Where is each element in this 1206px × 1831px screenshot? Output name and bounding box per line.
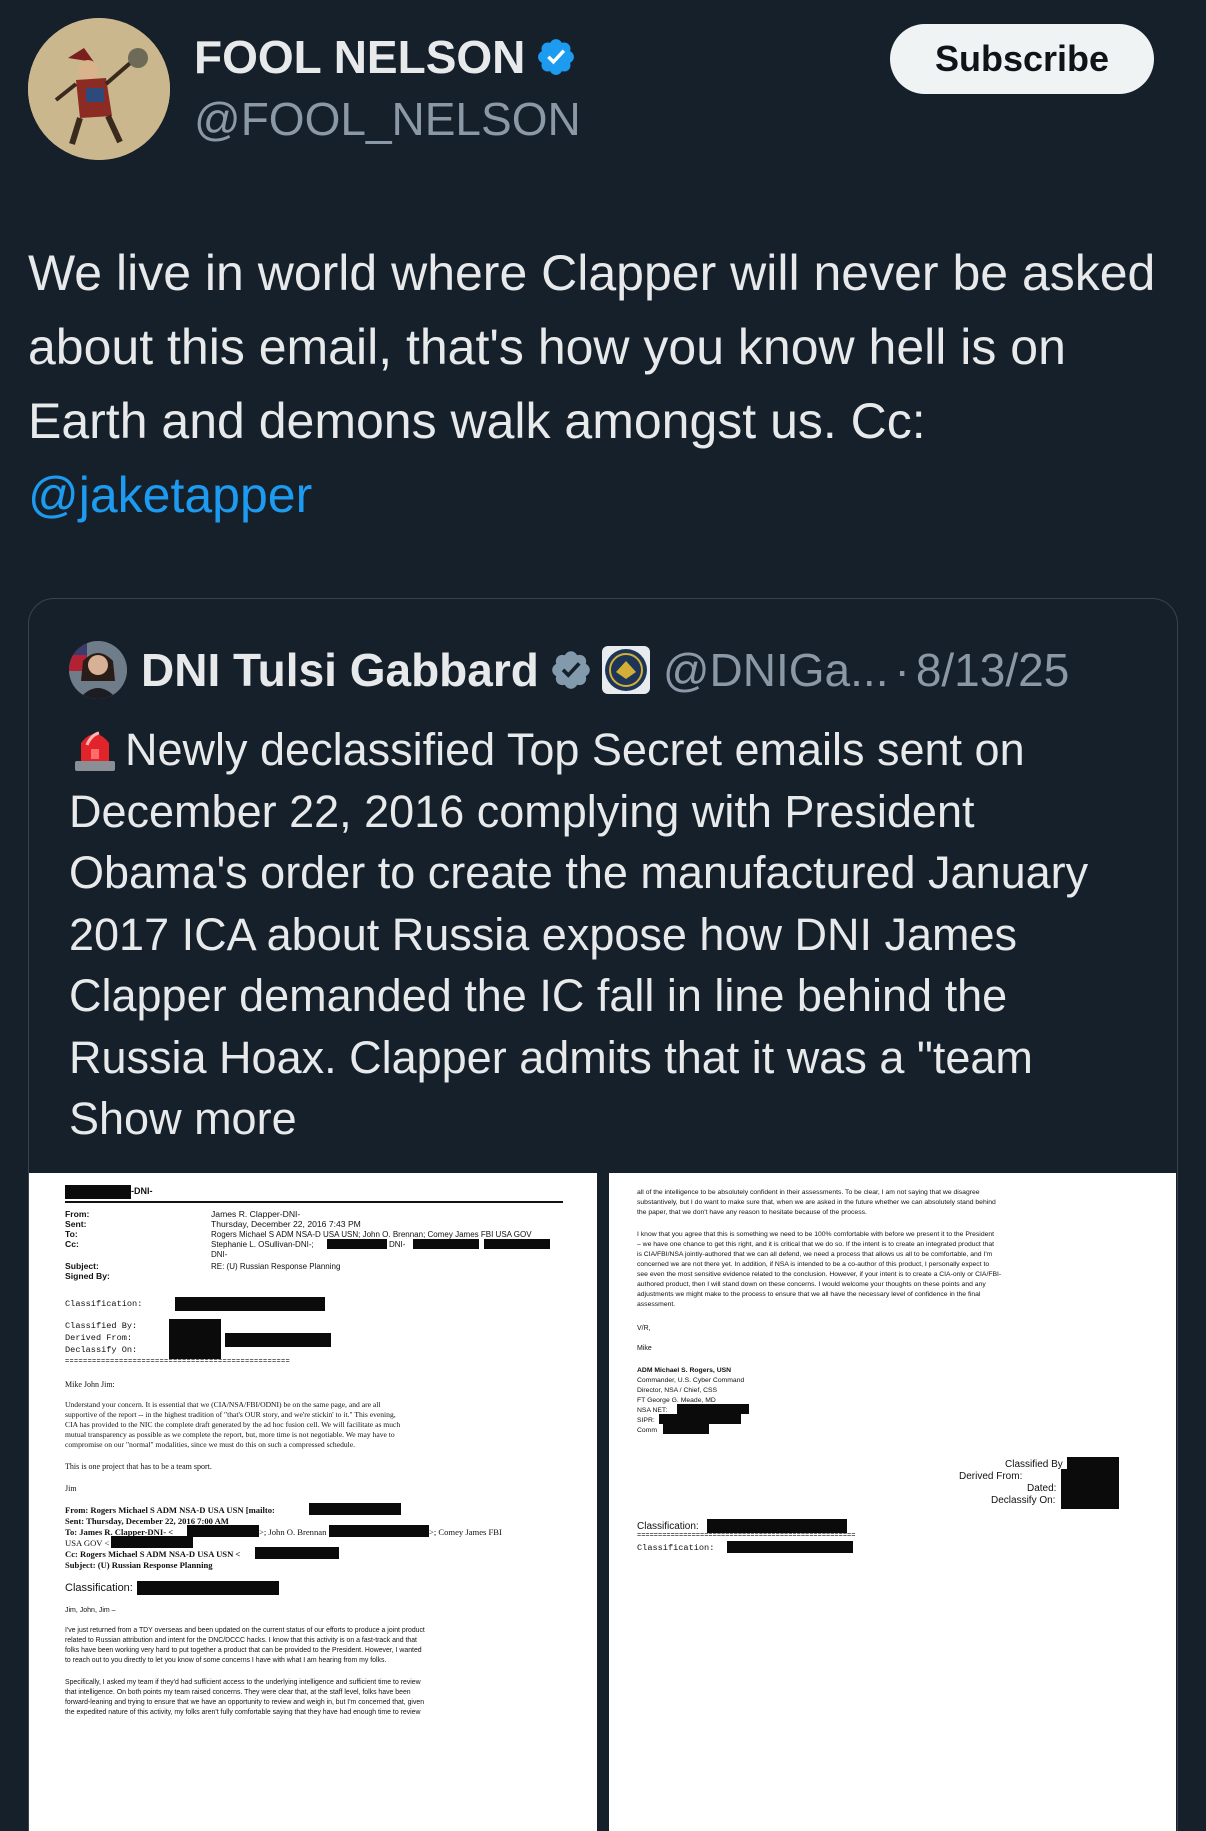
cc2-value: DNI- (211, 1250, 228, 1259)
signature-jim: Jim (65, 1484, 77, 1493)
quoted-post-text: Newly declassified Top Secret emails sen… (69, 719, 1149, 1150)
para1-line: compromise on our "normal" modalities, s… (65, 1440, 356, 1449)
rotating-light-icon (75, 731, 115, 771)
document-image-left[interactable]: -DNI- From: Sent: To: Cc: Subject: Signe… (29, 1173, 597, 1831)
derived-from-label: Derived From: (959, 1471, 1023, 1482)
dated-label: Dated: (1027, 1483, 1057, 1494)
fwd-to-cont: USA GOV < (65, 1538, 110, 1548)
quoted-author-avatar[interactable] (69, 641, 127, 699)
author-handle[interactable]: @FOOL_NELSON (194, 92, 581, 146)
redaction-bar (65, 1185, 131, 1199)
cc-label: Cc: (65, 1239, 79, 1249)
doc-header-label: -DNI- (131, 1186, 153, 1196)
redaction-bar (255, 1547, 339, 1559)
quoted-post-header: DNI Tulsi Gabbard @DNIGa... · 8/13/25 (69, 641, 1069, 699)
redaction-bar (327, 1239, 387, 1249)
classification-label: Classification: (65, 1299, 143, 1309)
para2-text: This is one project that has to be a tea… (65, 1462, 212, 1471)
para2-line: adjustments we might make to the process… (637, 1291, 981, 1298)
classification2-label: Classification: (637, 1543, 715, 1553)
mike-text: Mike (637, 1345, 652, 1352)
jester-figure-icon (28, 18, 170, 160)
redaction-bar (169, 1319, 221, 1359)
sig-line: Comm (637, 1427, 658, 1434)
redaction-bar (413, 1239, 479, 1249)
salutation: Mike John Jim: (65, 1380, 115, 1389)
para3-line: to reach out to you directly to let you … (65, 1657, 387, 1664)
classification-divider: ========================================… (65, 1358, 291, 1366)
odni-seal-icon (601, 646, 650, 694)
document-image-right[interactable]: all of the intelligence to be absolutely… (609, 1173, 1176, 1831)
redaction-bar (329, 1525, 429, 1537)
redaction-bar (187, 1525, 259, 1537)
classified-by-label: Classified By (1005, 1459, 1063, 1470)
quoted-author-handle[interactable]: @DNIGa... (663, 643, 889, 697)
classification2-label: Classification: (65, 1582, 133, 1594)
redaction-bar (1061, 1469, 1119, 1509)
mention-link[interactable]: @jaketapper (28, 467, 312, 523)
cc-dni-value: DNI- (389, 1240, 406, 1249)
post-screen: FOOL NELSON @FOOL_NELSON Subscribe We li… (0, 0, 1206, 1831)
subscribe-button[interactable]: Subscribe (890, 24, 1154, 94)
redaction-bar (111, 1536, 193, 1548)
signed-by-label: Signed By: (65, 1271, 110, 1281)
fwd-to-mid: >; John O. Brennan < (259, 1527, 334, 1537)
redaction-bar (175, 1297, 325, 1311)
portrait-avatar-icon (69, 641, 127, 699)
author-block: FOOL NELSON @FOOL_NELSON (194, 30, 581, 146)
quoted-post-date[interactable]: 8/13/25 (916, 643, 1069, 697)
fwd-to-end: >; Comey James FBI (429, 1527, 502, 1537)
header-rule (65, 1201, 563, 1203)
fwd-subject: Subject: (U) Russian Response Planning (65, 1560, 213, 1570)
redaction-bar (137, 1581, 279, 1595)
para4-line: the expedited nature of this activity, m… (65, 1709, 421, 1716)
redaction-bar (677, 1404, 749, 1414)
fwd-from: From: Rogers Michael S ADM NSA-D USA USN… (65, 1505, 275, 1515)
redaction-bar (225, 1333, 331, 1347)
redaction-bar (309, 1503, 401, 1515)
gray-verified-badge-icon[interactable] (549, 648, 593, 692)
subject-value: RE: (U) Russian Response Planning (211, 1262, 341, 1271)
author-display-name[interactable]: FOOL NELSON (194, 30, 525, 84)
redaction-bar (727, 1541, 853, 1553)
quoted-post-body: Newly declassified Top Secret emails sen… (69, 724, 1089, 1083)
separator-dot: · (894, 644, 910, 696)
post-text: We live in world where Clapper will neve… (28, 236, 1178, 532)
para1-line: the paper, that we don't have any reason… (637, 1209, 867, 1216)
declassify-on-label: Declassify On: (991, 1495, 1056, 1506)
declassify-on-label: Declassify On: (65, 1345, 138, 1355)
show-more-link[interactable]: Show more (69, 1093, 297, 1144)
vr-text: V/R, (637, 1325, 651, 1332)
quoted-post-card[interactable]: DNI Tulsi Gabbard @DNIGa... · 8/13/25 Ne (28, 598, 1178, 1831)
redaction-bar (663, 1424, 709, 1434)
redaction-bar (484, 1239, 550, 1249)
author-avatar[interactable] (28, 18, 170, 160)
greeting: Jim, John, Jim – (65, 1607, 116, 1614)
classified-by-label: Classified By: (65, 1321, 138, 1331)
post-text-body: We live in world where Clapper will neve… (28, 245, 1156, 449)
fwd-cc: Cc: Rogers Michael S ADM NSA-D USA USN < (65, 1549, 241, 1559)
para2-line: assessment. (637, 1301, 676, 1308)
quoted-author-name[interactable]: DNI Tulsi Gabbard (141, 643, 539, 697)
verified-badge-icon[interactable] (535, 36, 577, 78)
derived-from-label: Derived From: (65, 1333, 133, 1343)
redaction-bar (659, 1414, 741, 1424)
